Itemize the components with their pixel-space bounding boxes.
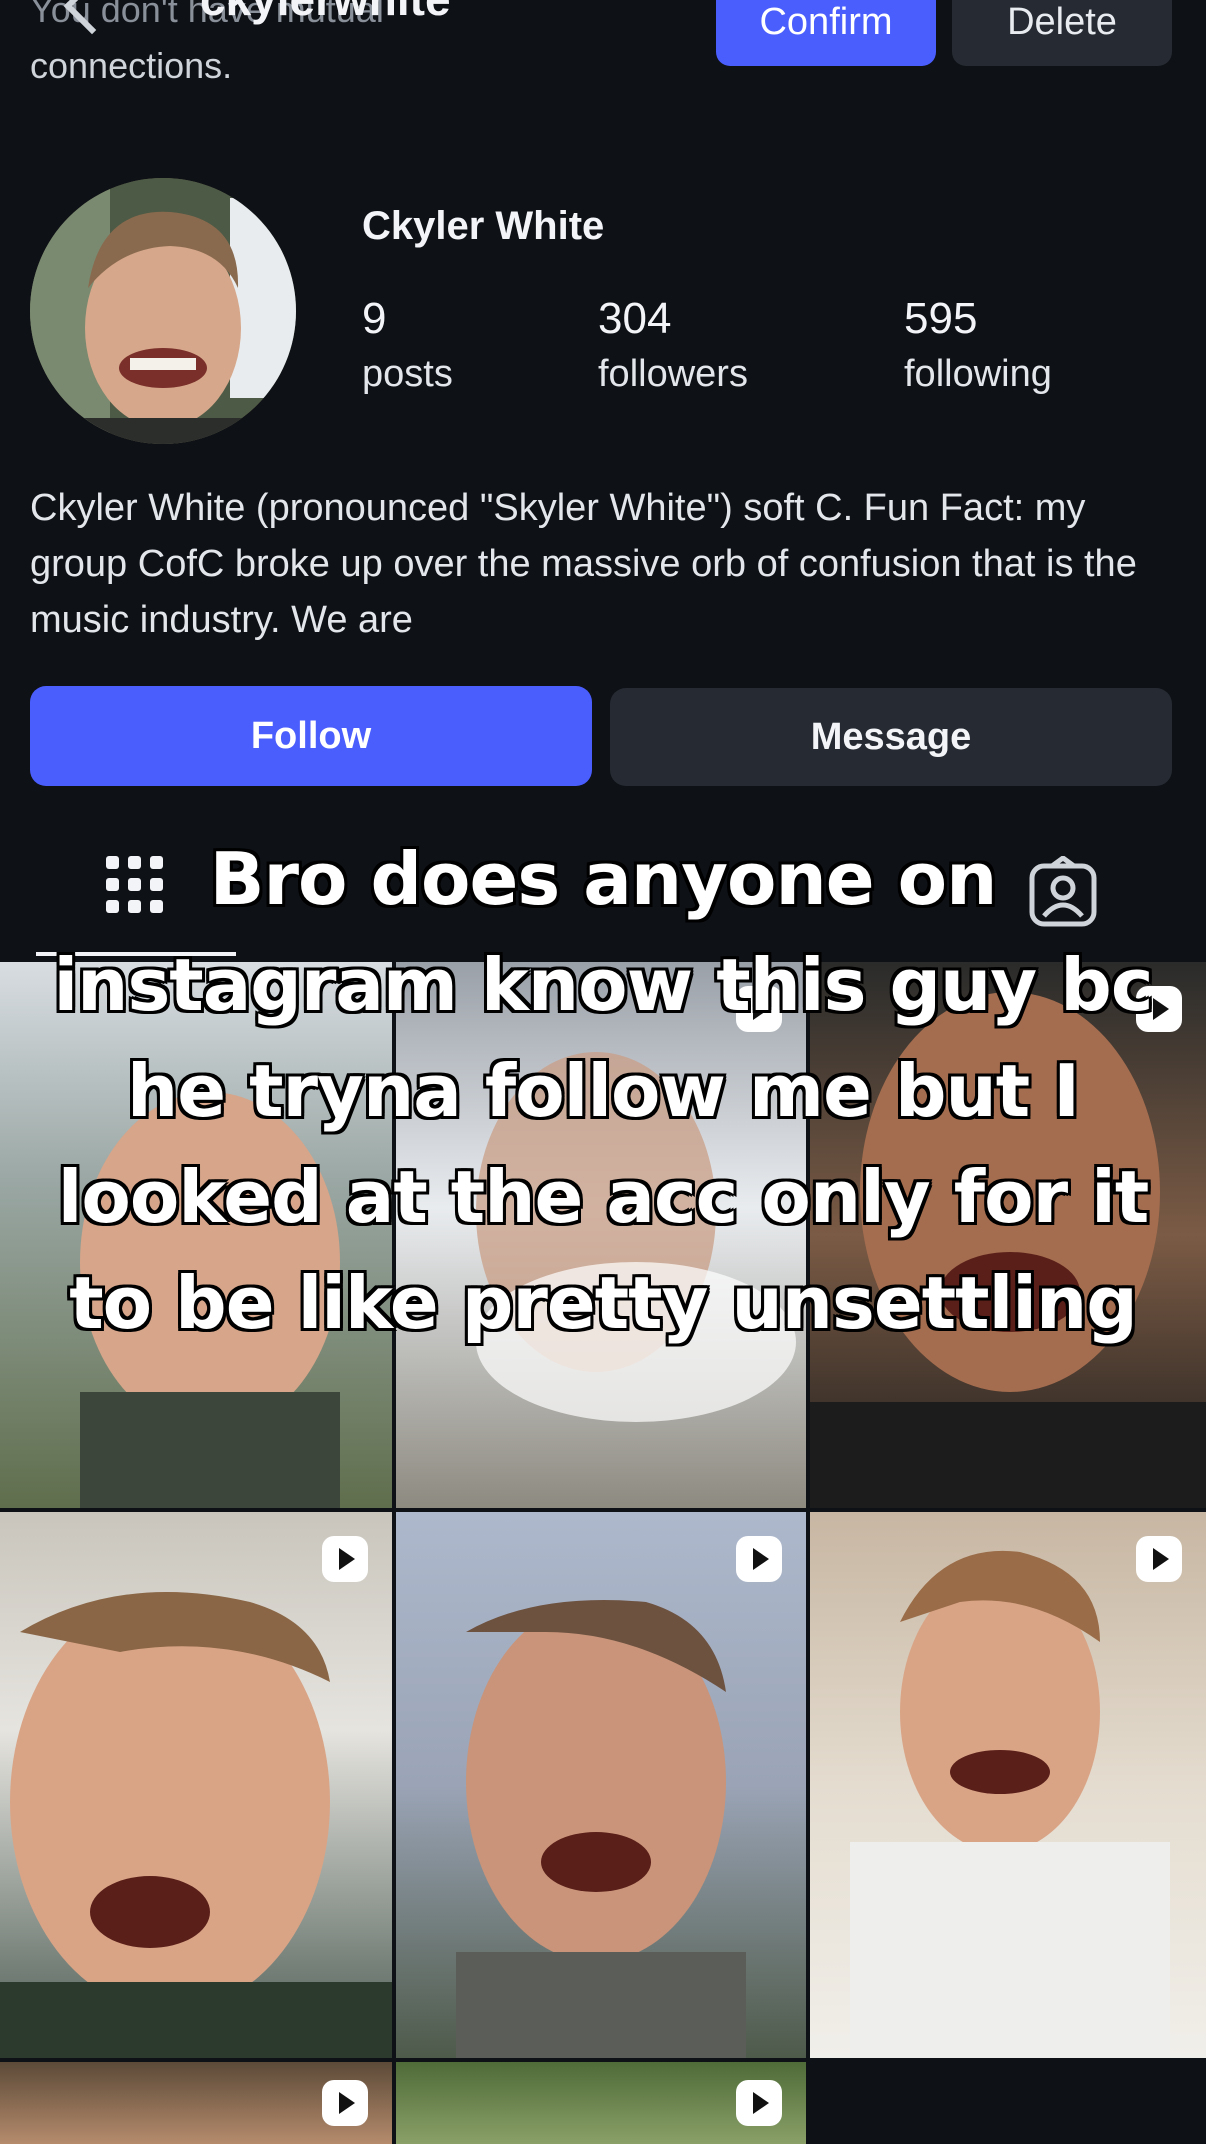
username-title: ckylerwhite — [200, 0, 451, 26]
post-tile[interactable] — [0, 2062, 392, 2144]
following-count: 595 — [904, 294, 978, 343]
stat-following[interactable]: 595 following — [904, 292, 1052, 402]
posts-label: posts — [362, 353, 453, 395]
empty-tile — [810, 2062, 1206, 2144]
reel-icon — [736, 2080, 782, 2126]
posts-count: 9 — [362, 294, 387, 343]
avatar-photo — [30, 178, 296, 444]
mutual-text-main: connections. — [30, 45, 233, 86]
profile-header: You don't have mutual connections. ckyle… — [0, 0, 1206, 110]
followers-label: followers — [598, 353, 748, 395]
delete-button[interactable]: Delete — [952, 0, 1172, 66]
post-tile[interactable] — [396, 2062, 806, 2144]
post-thumbnail — [850, 1550, 1170, 2058]
post-thumbnail — [0, 1592, 392, 2058]
followers-count: 304 — [598, 294, 672, 343]
message-button[interactable]: Message — [610, 688, 1172, 786]
reel-icon — [1136, 1536, 1182, 1582]
reel-icon — [322, 2080, 368, 2126]
post-tile[interactable] — [0, 1512, 392, 2058]
stat-posts[interactable]: 9 posts — [362, 292, 453, 402]
caption-overlay: Bro does anyone on instagram know this g… — [53, 837, 1154, 1345]
reel-icon — [322, 1536, 368, 1582]
post-thumbnail — [456, 1600, 746, 2058]
profile-bio: Ckyler White (pronounced "Skyler White")… — [30, 487, 1137, 641]
reel-icon — [736, 1536, 782, 1582]
confirm-button[interactable]: Confirm — [716, 0, 936, 66]
display-name: Ckyler White — [362, 204, 605, 248]
post-tile[interactable] — [810, 1512, 1206, 2058]
following-label: following — [904, 353, 1052, 395]
avatar[interactable] — [30, 178, 296, 444]
post-tile[interactable] — [396, 1512, 806, 2058]
stat-followers[interactable]: 304 followers — [598, 292, 748, 402]
follow-button[interactable]: Follow — [30, 686, 592, 786]
